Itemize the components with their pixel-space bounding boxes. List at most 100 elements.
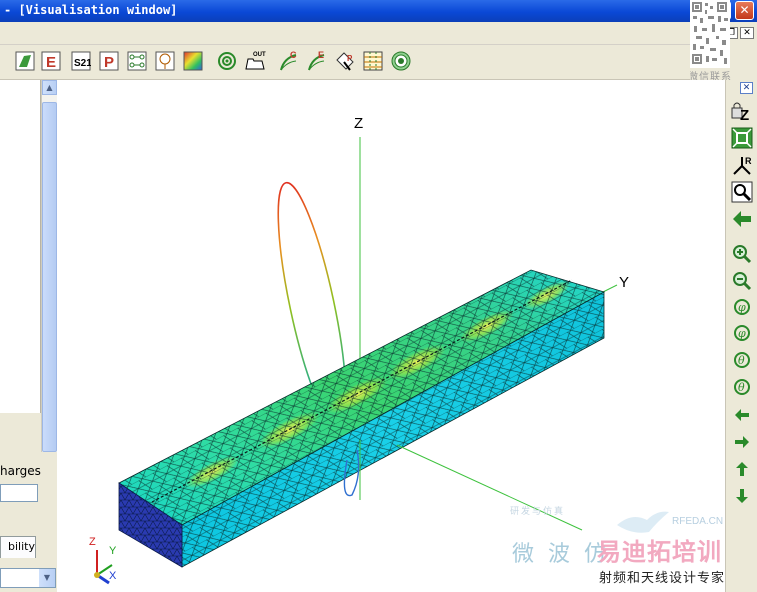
fit-view-button[interactable]: [730, 127, 754, 149]
rotate-phi-minus-button[interactable]: φ: [730, 322, 754, 344]
axes-r-button[interactable]: R: [730, 154, 754, 176]
watermark-subtitle: 射频和天线设计专家: [599, 571, 725, 586]
triad-z-label: Z: [89, 536, 96, 548]
target-button[interactable]: [216, 50, 238, 72]
tab-visibility[interactable]: bility: [0, 536, 36, 558]
triad-y-label: Y: [109, 545, 117, 557]
grid-icon: [363, 51, 383, 71]
svg-text:θ: θ: [738, 354, 745, 367]
e-field-label: E: [46, 54, 56, 71]
view-toolbar-close-button[interactable]: ✕: [740, 82, 753, 94]
scroll-thumb[interactable]: [42, 102, 57, 452]
svg-text:φ: φ: [738, 301, 746, 314]
probe-icon: [155, 51, 175, 71]
grid-button[interactable]: [362, 50, 384, 72]
left-scrollbar[interactable]: ▲: [41, 80, 57, 452]
svg-text:θ: θ: [738, 381, 745, 394]
triad-x-label: X: [109, 570, 117, 582]
e-field-button[interactable]: E: [40, 50, 62, 72]
pan-left-icon: [735, 409, 749, 421]
zoom-box-button[interactable]: [730, 181, 754, 203]
s21-icon: S21: [71, 51, 91, 71]
target-green-icon: [391, 51, 411, 71]
lock-z-icon: Z: [731, 102, 749, 122]
c-sweep-button[interactable]: C: [278, 50, 300, 72]
network-button[interactable]: [126, 50, 148, 72]
fit-view-icon: [731, 127, 753, 149]
qr-code-image: [690, 0, 730, 68]
back-arrow-button[interactable]: [730, 208, 754, 230]
e-sweep-label: E: [318, 50, 324, 60]
p-power-label: P: [104, 54, 114, 71]
rotate-phi-plus-button[interactable]: φ: [730, 296, 754, 318]
s21-button[interactable]: S21: [70, 50, 92, 72]
rotate-phi-minus-icon: φ: [734, 325, 750, 341]
pan-right-icon: [735, 436, 749, 448]
watermark-bird-icon: [617, 511, 669, 533]
close-icon: ✕: [739, 3, 750, 17]
pan-down-icon: [736, 489, 748, 503]
rotate-theta-minus-button[interactable]: θ: [730, 376, 754, 398]
visualisation-viewport[interactable]: Z Y Z Y X 研发与仿真 RFEDA.CN 微波仿 易迪拓培训 射频和天线…: [57, 80, 725, 592]
rotate-theta-plus-icon: θ: [734, 352, 750, 368]
pan-left-button[interactable]: [730, 404, 754, 426]
p-power-icon: P: [99, 51, 119, 71]
mesh-scene: [94, 137, 669, 585]
e-sweep-button[interactable]: E: [306, 50, 328, 72]
zoom-out-icon: [733, 272, 752, 291]
green-geometry-icon: [15, 51, 35, 71]
tree-view[interactable]: [0, 80, 41, 413]
axis-y-label: Y: [619, 274, 630, 291]
qr-code-icon: [690, 0, 730, 68]
watermark-site: RFEDA.CN: [672, 516, 724, 527]
p-pointer-button[interactable]: P: [334, 50, 356, 72]
zoom-in-button[interactable]: [730, 243, 754, 265]
pan-up-button[interactable]: [730, 458, 754, 480]
mdi-close-icon: ✕: [743, 28, 751, 38]
probe-button[interactable]: [154, 50, 176, 72]
scroll-up-button[interactable]: ▲: [42, 80, 57, 95]
rotate-phi-plus-icon: φ: [734, 299, 750, 315]
lock-z-button[interactable]: Z: [730, 100, 754, 122]
c-sweep-label: C: [290, 50, 297, 60]
pan-right-button[interactable]: [730, 431, 754, 453]
rotate-theta-plus-button[interactable]: θ: [730, 349, 754, 371]
axis-z-label: Z: [354, 115, 364, 132]
target-green-button[interactable]: [390, 50, 412, 72]
c-sweep-icon: C: [280, 50, 297, 71]
e-field-icon: E: [41, 51, 61, 71]
watermark-brand: 易迪拓培训: [597, 538, 722, 566]
colormap-button[interactable]: [182, 50, 204, 72]
svg-text:R: R: [745, 156, 752, 166]
back-arrow-icon: [733, 211, 751, 227]
p-power-button[interactable]: P: [98, 50, 120, 72]
open-out-button[interactable]: OUT: [244, 50, 266, 72]
charges-label: harges: [0, 464, 41, 478]
green-geometry-button[interactable]: [14, 50, 36, 72]
s21-label: S21: [74, 58, 91, 69]
pan-down-button[interactable]: [730, 485, 754, 507]
panel-select[interactable]: ▼: [0, 568, 56, 588]
p-pointer-label: P: [347, 54, 353, 63]
scroll-up-icon: ▲: [46, 83, 53, 92]
svg-text:φ: φ: [738, 327, 746, 340]
open-out-icon: OUT: [245, 52, 266, 70]
p-pointer-icon: P: [336, 52, 354, 71]
zoom-box-icon: [731, 181, 753, 203]
title-bar[interactable]: - [Visualisation window] _ □ ✕: [0, 0, 757, 22]
watermark-small-text: 研发与仿真: [510, 507, 566, 517]
charges-input[interactable]: [0, 484, 38, 502]
e-sweep-icon: E: [308, 50, 325, 71]
menu-strip: [0, 22, 690, 45]
close-icon: ✕: [742, 83, 751, 93]
mdi-close-button[interactable]: ✕: [740, 27, 754, 39]
open-out-label: OUT: [253, 52, 266, 58]
svg-text:Z: Z: [740, 107, 749, 122]
close-button[interactable]: ✕: [735, 1, 754, 20]
zoom-out-button[interactable]: [730, 270, 754, 292]
main-toolbar: E S21 P OUT C E P: [0, 45, 690, 80]
chevron-down-icon[interactable]: ▼: [39, 569, 55, 587]
network-icon: [127, 51, 147, 71]
zoom-in-icon: [733, 245, 752, 264]
colormap-icon: [183, 51, 203, 71]
